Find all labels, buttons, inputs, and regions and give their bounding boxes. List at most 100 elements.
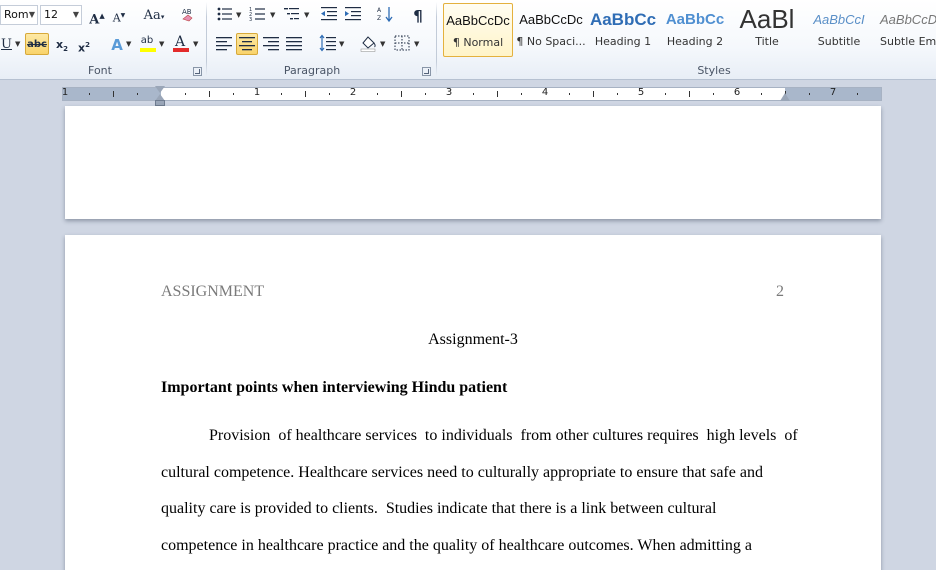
ruler-tick: [209, 91, 210, 97]
clear-formatting-icon[interactable]: AB: [178, 4, 200, 26]
ruler-tick: [689, 91, 690, 97]
chevron-down-icon: ▼: [236, 11, 242, 19]
grow-font-icon[interactable]: A▲: [86, 4, 108, 27]
style-preview: AaBbCcDc: [446, 13, 510, 28]
font-size-box[interactable]: 12 ▼: [40, 5, 82, 25]
style-name: Heading 1: [594, 35, 652, 48]
style-no-spacing[interactable]: AaBbCcDc ¶ No Spaci...: [516, 3, 586, 57]
ruler-tick: [665, 93, 666, 95]
chevron-down-icon: ▼: [159, 40, 165, 48]
ruler-tick: [593, 91, 594, 97]
chevron-down-icon: ▼: [72, 10, 79, 19]
align-right-icon[interactable]: [260, 33, 282, 55]
svg-text:AB: AB: [182, 8, 192, 16]
chevron-down-icon: ▼: [126, 40, 132, 48]
sort-icon[interactable]: AZ: [374, 4, 396, 26]
ruler-number: 6: [733, 87, 741, 98]
group-separator: [436, 2, 437, 76]
superscript-icon[interactable]: x2: [73, 33, 95, 55]
style-preview: AaBbCcD: [880, 12, 936, 27]
first-line-indent-marker[interactable]: [155, 86, 165, 93]
font-color-icon[interactable]: A: [169, 33, 191, 55]
horizontal-ruler[interactable]: 1 1 2 3 4 5 6 7: [62, 87, 882, 101]
ruler-tick: [569, 93, 570, 95]
justify-icon[interactable]: [283, 33, 305, 55]
chevron-down-icon: ▼: [270, 11, 276, 19]
text-effects-icon[interactable]: A: [106, 33, 128, 55]
subscript-icon[interactable]: x2: [51, 33, 73, 55]
body-line: Provision of healthcare services to indi…: [209, 427, 798, 444]
shading-icon[interactable]: [357, 33, 379, 55]
style-title[interactable]: AaBl Title: [732, 3, 802, 57]
style-subtle-emphasis[interactable]: AaBbCcD Subtle Em...: [876, 3, 936, 57]
chevron-down-icon: ▼: [414, 40, 420, 48]
increase-indent-icon[interactable]: [342, 4, 364, 26]
align-center-icon[interactable]: [236, 33, 258, 55]
page-2[interactable]: ASSIGNMENT 2 Assignment-3 Important poin…: [65, 235, 881, 570]
ruler-tick: [761, 93, 762, 95]
ruler-tick: [497, 91, 498, 97]
align-left-icon[interactable]: [213, 33, 235, 55]
style-subtitle[interactable]: AaBbCcI Subtitle: [804, 3, 874, 57]
chevron-down-icon: ▼: [304, 11, 310, 19]
underline-icon[interactable]: U: [0, 33, 12, 55]
ruler-number: 1: [61, 87, 69, 98]
ruler-tick: [305, 91, 306, 97]
style-normal[interactable]: AaBbCcDc ¶ Normal: [443, 3, 513, 57]
style-name: ¶ No Spaci...: [516, 35, 586, 48]
style-heading-2[interactable]: AaBbCc Heading 2: [660, 3, 730, 57]
highlight-icon[interactable]: ab: [136, 33, 158, 55]
ruler-tick: [401, 91, 402, 97]
right-indent-marker[interactable]: [780, 93, 790, 101]
ruler-number: 3: [445, 87, 453, 98]
paragraph-dialog-launcher[interactable]: [422, 67, 431, 76]
ruler-tick: [233, 93, 234, 95]
chevron-down-icon: ▼: [339, 40, 345, 48]
show-formatting-marks-icon[interactable]: ¶: [407, 4, 429, 26]
ribbon: Rom ▼ 12 ▼ A▲ A▼ Aa▾ AB U ▼ abc x2 x2 A …: [0, 0, 936, 80]
style-preview: AaBbCcI: [813, 12, 865, 27]
style-name: Title: [755, 35, 779, 48]
style-heading-1[interactable]: AaBbCc Heading 1: [588, 3, 658, 57]
multilevel-list-icon[interactable]: [281, 4, 303, 26]
body-line: cultural competence. Healthcare services…: [161, 464, 763, 481]
ruler-number: 7: [829, 87, 837, 98]
chevron-down-icon: ▼: [15, 40, 21, 48]
page-1-bottom[interactable]: [65, 106, 881, 219]
font-name-value: Rom: [4, 8, 29, 21]
group-separator: [206, 2, 207, 76]
font-name-box[interactable]: Rom ▼: [0, 5, 38, 25]
chevron-down-icon: ▼: [193, 40, 199, 48]
document-title: Assignment-3: [428, 331, 518, 348]
style-name: Subtle Em...: [880, 35, 936, 48]
ruler-tick: [89, 93, 90, 95]
style-name: ¶ Normal: [452, 36, 504, 49]
shrink-font-icon[interactable]: A▼: [108, 4, 130, 26]
change-case-icon[interactable]: Aa▾: [140, 4, 168, 26]
section-heading: Important points when interviewing Hindu…: [161, 379, 508, 396]
decrease-indent-icon[interactable]: [318, 4, 340, 26]
font-size-value: 12: [44, 8, 58, 21]
ruler-number: 4: [541, 87, 549, 98]
font-dialog-launcher[interactable]: [193, 67, 202, 76]
numbering-icon[interactable]: 123: [247, 4, 269, 26]
strikethrough-icon[interactable]: abc: [25, 33, 49, 55]
svg-text:Z: Z: [377, 15, 381, 22]
styles-group-label: Styles: [697, 64, 731, 77]
ruler-tick: [281, 93, 282, 95]
bullets-icon[interactable]: [214, 4, 236, 26]
style-name: Heading 2: [666, 35, 724, 48]
ruler-tick: [521, 93, 522, 95]
ruler-number: 1: [253, 87, 261, 98]
svg-text:3: 3: [249, 17, 252, 23]
ruler-tick: [617, 93, 618, 95]
ruler-tick: [185, 93, 186, 95]
svg-text:A: A: [377, 7, 382, 14]
style-preview: AaBbCcDc: [519, 12, 583, 27]
ruler-tick: [713, 93, 714, 95]
chevron-down-icon: ▼: [28, 10, 35, 19]
ruler-left-margin: [63, 88, 161, 100]
chevron-down-icon: ▼: [380, 40, 386, 48]
borders-icon[interactable]: [391, 33, 413, 55]
line-spacing-icon[interactable]: [317, 33, 339, 55]
